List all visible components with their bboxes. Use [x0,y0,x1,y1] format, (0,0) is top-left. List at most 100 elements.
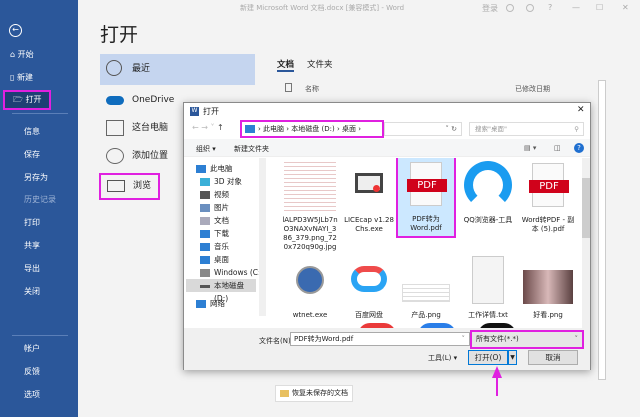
file-name: wtnet.exe [292,311,328,319]
recover-unsaved-button[interactable]: 恢复未保存的文档 [275,385,353,402]
file-icon [285,83,292,92]
text-file-icon [462,254,514,308]
sidebar-item-save[interactable]: 保存 [0,145,78,165]
minimize-button[interactable]: — [572,3,580,12]
file-item[interactable]: 产品.png [398,254,454,320]
sidebar-item-share[interactable]: 共享 [0,236,78,256]
annotation-arrow-shaft [496,376,498,396]
close-button[interactable]: ✕ [622,3,629,12]
cancel-button[interactable]: 取消 [528,350,578,365]
label: 工具(L) [428,354,452,362]
file-item[interactable]: 百度网盘 [341,254,397,320]
nav-local-disk-d[interactable]: 本地磁盘 (D:) [186,279,256,303]
label: 添加位置 [132,151,169,161]
file-item[interactable]: PDF Word转PDF - 副本 (5).pdf [520,159,576,234]
nav-this-pc[interactable]: 此电脑 [196,162,233,175]
file-item[interactable]: lALPD3W5JLb7nO3NAXvNAYI_386_379.png_720x… [282,159,338,252]
file-item[interactable]: QQ浏览器-工具 [460,159,516,225]
label: 浏览 [133,181,152,191]
help-button[interactable]: ? [548,3,552,12]
scrollbar[interactable] [598,80,606,380]
crumb[interactable]: 此电脑 [263,125,284,133]
image-thumbnail [284,159,336,213]
tab-folders[interactable]: 文件夹 [307,58,333,70]
drive-icon [200,269,210,277]
back-arrow-icon[interactable]: ← [9,24,22,37]
label: 此电脑 [210,164,233,173]
word-icon: W [190,107,199,116]
file-item-selected[interactable]: PDF PDF转为Word.pdf [396,158,456,238]
location-recent[interactable]: 最近 [100,54,255,85]
file-list-scrollbar[interactable] [582,158,590,328]
nav-desktop[interactable]: 桌面 [200,253,229,266]
nav-back-forward[interactable]: ← → ˅ ↑ [192,123,224,132]
dialog-close-button[interactable]: ✕ [577,105,585,115]
nav-music[interactable]: 音乐 [200,240,229,253]
nav-windows-c[interactable]: Windows (C:) [200,266,263,279]
image-thumbnail [522,254,574,308]
new-folder-button[interactable]: 新建文件夹 [234,144,269,154]
qq-browser-icon [462,159,514,213]
open-file-dialog: W 打开 ✕ ← → ˅ ↑ › 此电脑 › 本地磁盘 (D:) › 桌面 › … [183,102,591,370]
maximize-button[interactable]: ☐ [596,3,603,12]
nav-scrollbar[interactable] [259,158,266,316]
location-browse[interactable]: 浏览 [99,173,160,200]
video-icon [200,191,210,199]
address-dropdown-refresh[interactable]: ˅ ↻ [384,122,462,136]
nav-downloads[interactable]: 下载 [200,227,229,240]
sidebar-item-history[interactable]: 历史记录 [0,190,78,210]
sidebar-item-open[interactable]: 🗁 打开 [3,90,51,110]
login-link[interactable]: 登录 [482,3,498,14]
breadcrumb[interactable]: › 此电脑 › 本地磁盘 (D:) › 桌面 › [240,120,384,138]
sidebar-item-export[interactable]: 导出 [0,259,78,279]
label: 打开(O) [474,353,502,362]
search-input[interactable]: 搜索"桌面" ⚲ [469,122,584,136]
open-button[interactable]: 打开(O) [468,350,508,365]
sidebar-item-options[interactable]: 选项 [0,385,78,405]
folder-icon [107,180,125,192]
filename-label: 文件名(N): [259,337,294,345]
help-icon[interactable]: ? [574,143,584,153]
nav-pictures[interactable]: 图片 [200,201,229,214]
sidebar-item-feedback[interactable]: 反馈 [0,362,78,382]
globe-plus-icon [106,148,124,164]
label: 这台电脑 [132,123,169,133]
sidebar-item-save-as[interactable]: 另存为 [0,168,78,188]
nav-videos[interactable]: 视频 [200,188,229,201]
organize-button[interactable]: 组织 ▾ [196,144,216,154]
sidebar-item-new[interactable]: ▯ 新建 [0,68,78,88]
folder-icon [280,390,289,397]
sidebar-item-home[interactable]: ⌂ 开始 [0,45,78,65]
crumb[interactable]: 桌面 [342,125,356,133]
filetype-select[interactable]: 所有文件(*.*) ˅ [470,330,584,349]
view-options-icon[interactable]: ▤ ▾ [524,144,536,152]
nav-3d-objects[interactable]: 3D 对象 [200,175,242,188]
smiley-icon[interactable] [506,4,514,12]
filename-input[interactable]: PDF转为Word.pdf ˅ [290,332,470,346]
desktop-icon [200,256,210,264]
file-name: PDF转为Word.pdf [410,215,442,232]
crumb[interactable]: 本地磁盘 (D:) [291,125,334,133]
value: PDF转为Word.pdf [294,335,354,343]
tab-documents[interactable]: 文档 [277,58,295,72]
file-item[interactable]: LICEcap v1.28 Chs.exe [341,159,397,234]
open-dropdown-button[interactable]: ▼ [508,350,517,365]
label: 3D 对象 [214,177,242,186]
file-item[interactable]: 工作详情.txt [460,254,516,320]
sidebar-item-print[interactable]: 打印 [0,213,78,233]
window-title: 新建 Microsoft Word 文档.docx [兼容模式] - Word [240,4,405,12]
licecap-icon [343,159,395,213]
tools-button[interactable]: 工具(L) ▾ [428,353,457,363]
cube-icon [200,178,210,186]
file-item[interactable]: 好看.png [520,254,576,320]
frown-icon[interactable] [526,4,534,12]
nav-documents[interactable]: 文档 [200,214,229,227]
preview-pane-icon[interactable]: ◫ [554,144,561,152]
file-item[interactable]: wtnet.exe [282,254,338,320]
label: 新建 [16,73,33,82]
nav-network[interactable]: 网络 [196,297,225,310]
sidebar-item-close[interactable]: 关闭 [0,282,78,302]
pc-icon [245,125,255,133]
sidebar-item-account[interactable]: 帐户 [0,339,78,359]
sidebar-item-info[interactable]: 信息 [0,122,78,142]
